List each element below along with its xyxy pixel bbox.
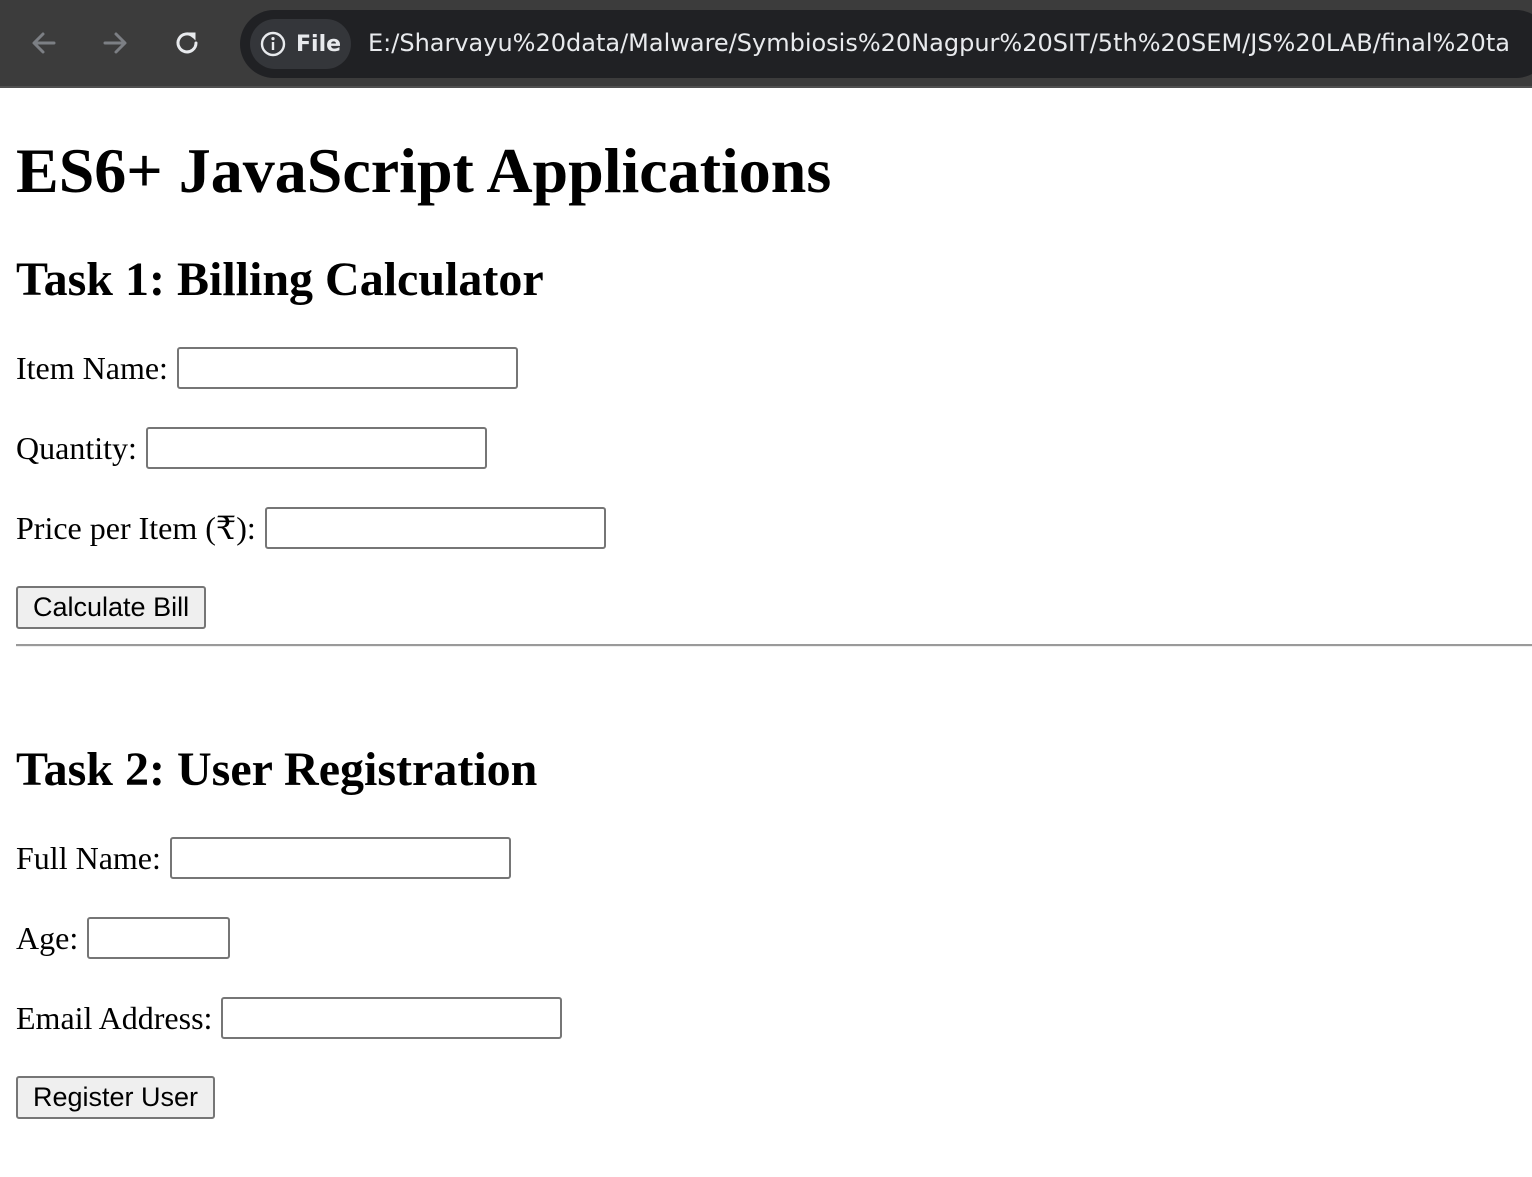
site-info-chip[interactable]: File [250,19,351,69]
quantity-label: Quantity: [16,430,137,466]
price-label: Price per Item (₹): [16,510,256,546]
quantity-input[interactable] [145,427,487,469]
section-divider [16,644,1532,647]
quantity-row: Quantity: [16,427,487,469]
full-name-label: Full Name: [16,840,161,876]
item-name-row: Item Name: [16,347,518,389]
scheme-label: File [296,31,342,57]
email-input[interactable] [221,997,563,1039]
task2-title: Task 2: User Registration [16,743,538,796]
register-user-button[interactable]: Register User [16,1076,216,1119]
full-name-row: Full Name: [16,837,511,879]
info-icon [260,31,286,57]
item-name-label: Item Name: [16,350,168,386]
price-row: Price per Item (₹): [16,507,606,549]
email-row: Email Address: [16,997,563,1039]
price-input[interactable] [264,507,606,549]
address-bar[interactable]: File E:/Sharvayu%20data/Malware/Symbiosi… [240,10,1532,78]
age-row: Age: [16,917,231,959]
age-label: Age: [16,920,79,956]
task1-title: Task 1: Billing Calculator [16,253,544,306]
browser-toolbar: File E:/Sharvayu%20data/Malware/Symbiosi… [0,0,1532,88]
email-label: Email Address: [16,1000,213,1036]
page-title: ES6+ JavaScript Applications [16,135,832,206]
reload-icon[interactable] [170,26,204,60]
item-name-input[interactable] [176,347,518,389]
age-input[interactable] [87,917,231,959]
url-text[interactable]: E:/Sharvayu%20data/Malware/Symbiosis%20N… [368,27,1510,59]
back-arrow-icon[interactable] [27,26,61,60]
full-name-input[interactable] [169,837,511,879]
calculate-bill-button[interactable]: Calculate Bill [16,586,207,629]
forward-arrow-icon[interactable] [98,26,132,60]
